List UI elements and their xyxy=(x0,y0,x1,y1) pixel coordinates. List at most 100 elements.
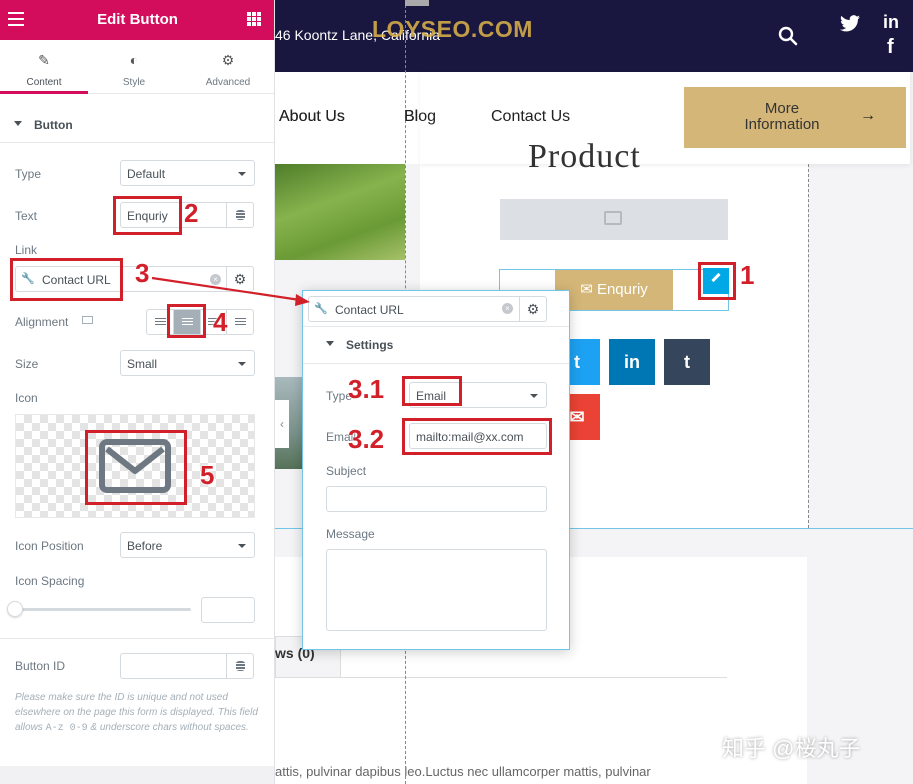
tumblr-share-icon[interactable]: t xyxy=(664,339,710,385)
annotation-box-5 xyxy=(85,430,187,505)
annotation-box-2 xyxy=(113,196,182,235)
widgets-grid-icon[interactable] xyxy=(247,12,261,26)
tab-content[interactable]: ✎ Content xyxy=(0,40,88,94)
tab-style[interactable]: ◐ Style xyxy=(90,40,178,94)
icon-position-value: Before xyxy=(127,539,163,553)
product-title-text: Product xyxy=(528,138,641,164)
align-justify-button[interactable] xyxy=(227,310,253,334)
more-information-text: More Information xyxy=(744,100,820,133)
popover-subject-input[interactable] xyxy=(326,486,547,512)
product-title-clip: Product xyxy=(528,138,708,164)
annotation-number-3: 3 xyxy=(135,258,150,288)
tabs-divider xyxy=(275,677,727,678)
link-popover: Contact URL 🔧 × ⚙ Settings Type Email Em… xyxy=(302,290,570,650)
tab-content-label: Content xyxy=(26,77,62,88)
panel-tabs: ✎ Content ◐ Style ⚙ Advanced xyxy=(0,40,274,94)
editor-panel: Edit Button ✎ Content ◐ Style ⚙ Advanced… xyxy=(0,0,275,784)
placeholder-icon xyxy=(604,211,622,225)
chevron-down-icon xyxy=(530,394,538,398)
annotation-box-3-2 xyxy=(402,418,552,455)
icon-spacing-slider[interactable] xyxy=(15,608,191,611)
linkedin-share-icon[interactable]: in xyxy=(609,339,655,385)
product-image xyxy=(275,164,405,260)
panel-header: Edit Button xyxy=(0,0,274,40)
icon-position-label: Icon Position xyxy=(15,539,84,553)
tab-advanced-label: Advanced xyxy=(205,77,251,88)
chevron-down-icon xyxy=(238,544,246,548)
type-select[interactable]: Default xyxy=(120,160,255,186)
type-select-value: Default xyxy=(127,167,166,181)
search-icon[interactable] xyxy=(778,26,798,46)
tab-advanced[interactable]: ⚙ Advanced xyxy=(184,40,272,94)
help-text-code: A-z 0-9 xyxy=(45,723,88,734)
annotation-number-1: 1 xyxy=(740,260,755,290)
annotation-arrow-icon xyxy=(151,276,310,306)
divider xyxy=(0,638,274,639)
chevron-down-icon xyxy=(238,172,246,176)
dynamic-tags-icon[interactable] xyxy=(226,653,254,679)
annotation-box-3-1 xyxy=(402,376,462,406)
annotation-number-4: 4 xyxy=(213,307,228,337)
divider xyxy=(0,142,274,143)
text-label: Text xyxy=(15,209,38,223)
clear-icon[interactable]: × xyxy=(502,303,513,314)
placeholder-block xyxy=(500,199,728,240)
popover-message-textarea[interactable] xyxy=(326,549,547,631)
button-id-label: Button ID xyxy=(15,659,66,673)
half-circle-icon: ◐ xyxy=(129,52,139,68)
annotation-box-3 xyxy=(10,258,123,301)
icon-label: Icon xyxy=(15,391,38,405)
panel-footer xyxy=(0,766,274,784)
annotation-number-3-1: 3.1 xyxy=(348,374,385,404)
linkedin-icon[interactable]: in xyxy=(883,12,899,33)
size-select-value: Small xyxy=(127,357,158,371)
size-select[interactable]: Small xyxy=(120,350,255,376)
enquiry-button-label: Enquriy xyxy=(596,281,648,298)
more-information-button-face[interactable]: More Information → xyxy=(684,87,906,148)
site-watermark: LOYSEO.COM xyxy=(372,16,533,42)
popover-message-label: Message xyxy=(326,527,375,541)
dynamic-tags-icon[interactable] xyxy=(226,202,254,228)
icon-spacing-handle[interactable] xyxy=(7,601,23,617)
pencil-icon: ✎ xyxy=(38,52,50,68)
icon-spacing-input[interactable] xyxy=(201,597,255,623)
arrow-right-glyph-icon: → xyxy=(860,107,876,124)
popover-gear-icon[interactable]: ⚙ xyxy=(519,296,547,322)
gear-icon: ⚙ xyxy=(221,52,235,68)
annotation-number-5: 5 xyxy=(200,460,215,490)
enquiry-button[interactable]: ✉ Enquriy xyxy=(555,270,673,310)
divider xyxy=(303,363,569,364)
size-label: Size xyxy=(15,357,39,371)
annotation-box-1 xyxy=(698,262,736,300)
icon-position-select[interactable]: Before xyxy=(120,532,255,558)
facebook-icon[interactable]: f xyxy=(887,36,894,59)
annotation-number-2: 2 xyxy=(184,198,199,228)
corner-watermark: 知乎 @桜丸子 xyxy=(722,736,861,761)
caret-down-icon xyxy=(14,121,22,126)
icon-spacing-label: Icon Spacing xyxy=(15,574,85,588)
button-id-input[interactable] xyxy=(120,653,227,679)
twitter-icon[interactable] xyxy=(840,15,860,32)
envelope-icon: ✉ xyxy=(580,281,593,298)
gallery-prev-icon[interactable]: ‹ xyxy=(275,400,289,448)
tab-style-label: Style xyxy=(122,77,146,88)
nav-link-blog-label: Blog xyxy=(404,108,437,125)
popover-link-value: Contact URL xyxy=(335,303,404,317)
chevron-down-icon xyxy=(238,362,246,366)
desktop-icon[interactable] xyxy=(82,316,93,324)
nav-link-contact-label: Contact Us xyxy=(491,108,571,125)
help-text-2: & underscore chars without spaces. xyxy=(87,722,249,733)
divider xyxy=(303,326,569,327)
section-button-title: Button xyxy=(34,118,73,132)
link-label: Link xyxy=(15,243,38,257)
guide-line xyxy=(808,164,809,528)
panel-title: Edit Button xyxy=(97,11,178,28)
nav-link-about-label: About Us xyxy=(279,108,345,125)
section-button-header[interactable]: Button xyxy=(0,108,274,142)
popover-settings-title[interactable]: Settings xyxy=(346,338,393,352)
guide-handle[interactable] xyxy=(405,0,429,6)
description-text: attis, pulvinar dapibus leo.Luctus nec u… xyxy=(275,764,651,779)
alignment-label: Alignment xyxy=(15,315,69,329)
popover-subject-label: Subject xyxy=(326,464,367,478)
button-id-help: Please make sure the ID is unique and no… xyxy=(15,690,260,736)
